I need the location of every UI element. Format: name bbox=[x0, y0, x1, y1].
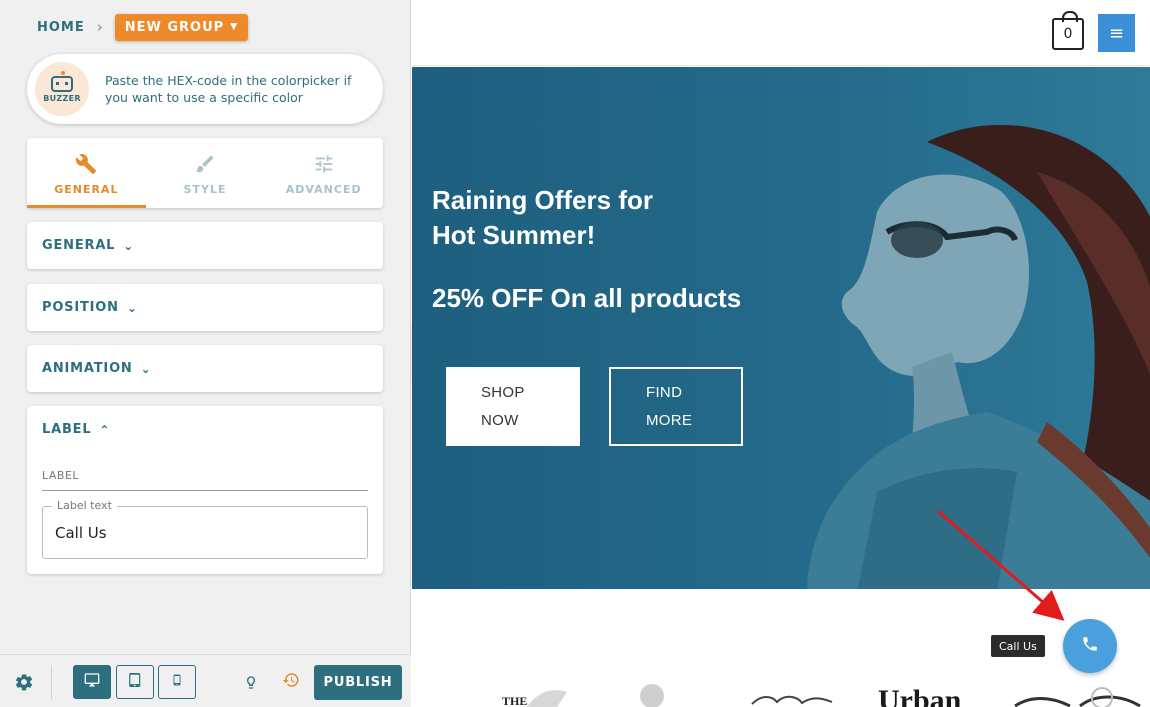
section-position-title: POSITION bbox=[42, 300, 119, 315]
chevron-right-icon: › bbox=[96, 18, 103, 36]
device-mobile-button[interactable] bbox=[158, 665, 196, 699]
logo-mark-image bbox=[640, 684, 664, 707]
mobile-icon bbox=[171, 672, 183, 692]
tab-style[interactable]: STYLE bbox=[146, 138, 265, 208]
tab-advanced-label: ADVANCED bbox=[285, 182, 362, 196]
brand-logos-strip: THE Urban bbox=[412, 672, 1150, 707]
phone-icon bbox=[1081, 635, 1099, 658]
breadcrumb: HOME › NEW GROUP ▼ bbox=[37, 13, 249, 41]
tab-style-label: STYLE bbox=[183, 182, 227, 196]
history-icon[interactable] bbox=[282, 671, 300, 694]
tab-general-label: GENERAL bbox=[54, 182, 119, 196]
hamburger-menu-button[interactable]: ≡ bbox=[1098, 14, 1135, 52]
hero-headline: Raining Offers for Hot Summer! bbox=[432, 183, 653, 253]
chevron-down-icon: ⌄ bbox=[126, 300, 138, 315]
divider bbox=[51, 665, 52, 699]
wrench-icon bbox=[75, 151, 97, 177]
divider bbox=[42, 490, 368, 491]
settings-tabs: GENERAL STYLE ADVANCED bbox=[27, 138, 383, 208]
publish-button[interactable]: PUBLISH bbox=[314, 665, 402, 700]
hero-headline-line2: Hot Summer! bbox=[432, 220, 596, 250]
chevron-down-icon: ⌄ bbox=[123, 238, 135, 253]
tip-bubble: BUZZER Paste the HEX-code in the colorpi… bbox=[27, 54, 383, 124]
label-text-legend: Label text bbox=[52, 499, 117, 512]
site-header: 0 ≡ bbox=[412, 0, 1150, 66]
section-general-header[interactable]: GENERAL ⌄ bbox=[27, 222, 383, 269]
gear-icon[interactable] bbox=[14, 672, 36, 694]
label-caption: LABEL bbox=[42, 469, 80, 482]
buzzer-logo-text: BUZZER bbox=[43, 93, 81, 103]
chevron-down-icon: ▼ bbox=[230, 22, 239, 32]
section-animation: ANIMATION ⌄ bbox=[27, 345, 383, 392]
tab-advanced[interactable]: ADVANCED bbox=[264, 138, 383, 208]
section-animation-title: ANIMATION bbox=[42, 361, 133, 376]
hero-banner: Raining Offers for Hot Summer! 25% OFF O… bbox=[412, 67, 1150, 589]
find-more-line2: MORE bbox=[646, 411, 693, 429]
logo-the: THE bbox=[502, 694, 528, 707]
hero-headline-line1: Raining Offers for bbox=[432, 185, 654, 215]
robot-icon bbox=[51, 70, 73, 92]
site-preview: 0 ≡ Raining Offers for Hot Summer! 25% O… bbox=[412, 0, 1150, 707]
tab-general[interactable]: GENERAL bbox=[27, 138, 146, 208]
section-label-title: LABEL bbox=[42, 422, 92, 437]
sliders-icon bbox=[313, 151, 335, 177]
shop-now-button[interactable]: SHOP NOW bbox=[446, 367, 580, 446]
hero-offer: 25% OFF On all products bbox=[432, 283, 742, 313]
section-animation-header[interactable]: ANIMATION ⌄ bbox=[27, 345, 383, 392]
section-position-header[interactable]: POSITION ⌄ bbox=[27, 284, 383, 331]
desktop-icon bbox=[84, 672, 100, 692]
cart-icon[interactable]: 0 bbox=[1052, 11, 1084, 50]
device-desktop-button[interactable] bbox=[73, 665, 111, 699]
logo-urban: Urban bbox=[878, 684, 962, 707]
shop-now-line1: SHOP bbox=[481, 383, 525, 401]
group-selector-button[interactable]: NEW GROUP ▼ bbox=[114, 13, 249, 41]
hero-woman-image bbox=[807, 124, 1150, 589]
logo-script-image bbox=[751, 695, 833, 705]
label-text-input[interactable] bbox=[55, 524, 335, 542]
logo-outline-image bbox=[1014, 687, 1141, 707]
section-label: LABEL ⌃ LABEL Label text bbox=[27, 406, 383, 574]
buzzer-editor: HOME › NEW GROUP ▼ BUZZER Paste the HEX-… bbox=[0, 0, 1150, 707]
device-tablet-button[interactable] bbox=[116, 665, 154, 699]
chevron-down-icon: ⌄ bbox=[140, 361, 152, 376]
call-us-button[interactable] bbox=[1063, 619, 1117, 673]
label-text-field[interactable]: Label text bbox=[42, 499, 368, 559]
settings-panel: HOME › NEW GROUP ▼ BUZZER Paste the HEX-… bbox=[0, 0, 411, 707]
call-us-tooltip: Call Us bbox=[991, 635, 1045, 657]
tip-text: Paste the HEX-code in the colorpicker if… bbox=[105, 73, 352, 105]
tablet-icon bbox=[128, 672, 142, 692]
shop-now-line2: NOW bbox=[481, 411, 519, 429]
lightbulb-icon[interactable] bbox=[243, 673, 259, 695]
section-position: POSITION ⌄ bbox=[27, 284, 383, 331]
section-general-title: GENERAL bbox=[42, 238, 116, 253]
find-more-line1: FIND bbox=[646, 383, 683, 401]
buzzer-avatar: BUZZER bbox=[35, 62, 89, 116]
section-general: GENERAL ⌄ bbox=[27, 222, 383, 269]
breadcrumb-home[interactable]: HOME bbox=[37, 20, 85, 35]
cart-count: 0 bbox=[1063, 26, 1073, 42]
editor-footer: PUBLISH bbox=[0, 654, 411, 707]
find-more-button[interactable]: FIND MORE bbox=[609, 367, 743, 446]
group-name: NEW GROUP bbox=[124, 19, 225, 35]
hamburger-icon: ≡ bbox=[1108, 22, 1125, 44]
brush-icon bbox=[194, 151, 216, 177]
logo-brush-image bbox=[527, 690, 567, 707]
chevron-up-icon: ⌃ bbox=[99, 422, 111, 437]
section-label-header[interactable]: LABEL ⌃ bbox=[27, 406, 383, 453]
